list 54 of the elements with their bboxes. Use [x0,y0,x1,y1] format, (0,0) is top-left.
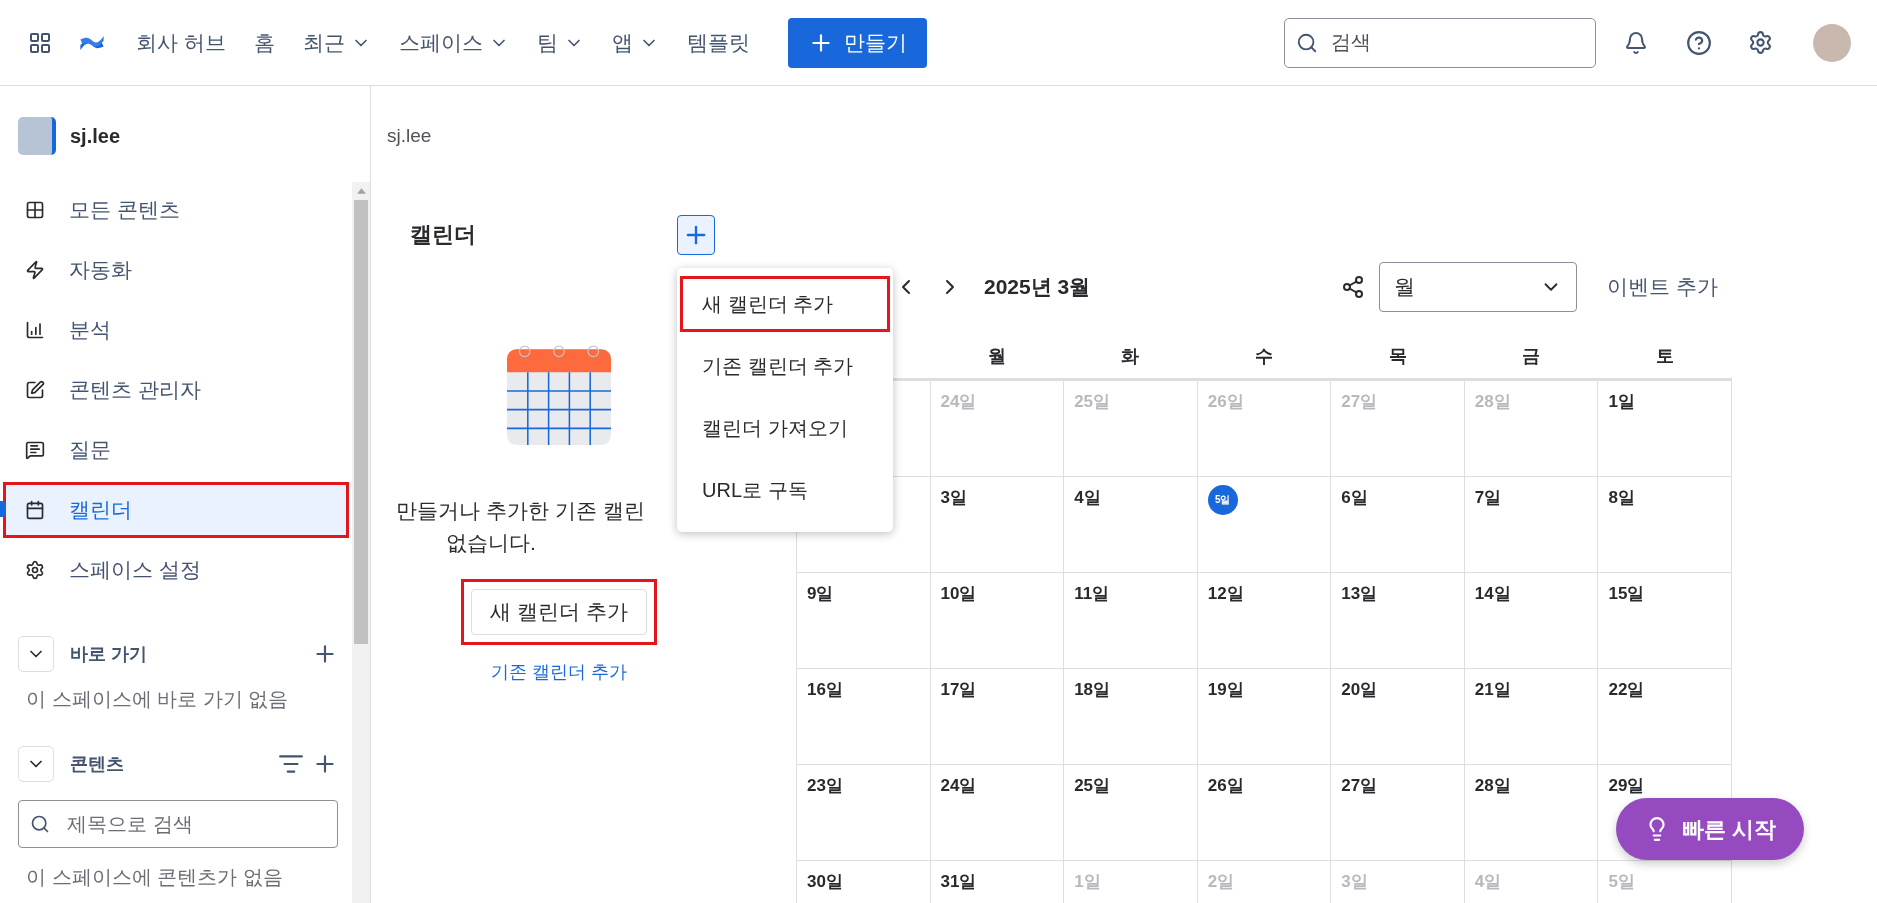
date-number: 3일 [1341,871,1368,891]
date-number: 28일 [1474,391,1511,411]
date-number: 1일 [1074,871,1101,891]
date-number: 12일 [1207,583,1244,603]
date-number: 5일 [1608,871,1635,891]
date-number: 22일 [1608,679,1645,699]
date-number: 13일 [1341,583,1378,603]
date-number: 27일 [1341,391,1378,411]
date-number: 9일 [807,583,834,603]
date-number: 14일 [1474,583,1511,603]
date-number: 21일 [1474,679,1511,699]
date-number: 30일 [807,871,843,891]
section-title: 바로 가기 [70,642,148,666]
weekday-header: 월 [987,344,1006,368]
month-title: 2025년 3월 [984,273,1091,300]
date-number: 27일 [1341,775,1378,795]
date-number: 15일 [1608,583,1645,603]
date-number: 25일 [1074,775,1111,795]
date-number: 23일 [807,775,843,795]
date-number: 19일 [1207,679,1244,699]
empty-state-message: 없습니다. [446,529,536,556]
empty-message: 이 스페이스에 바로 가기 없음 [25,687,290,712]
weekday-header: 목 [1388,344,1407,368]
date-number: 29일 [1608,775,1645,795]
date-number: 28일 [1474,775,1511,795]
date-number: 24일 [940,391,977,411]
date-number: 8일 [1608,487,1635,507]
empty-state-message: 만들거나 추가한 기존 캘린 [396,497,645,524]
date-number: 3일 [940,487,968,507]
date-number: 16일 [807,679,843,699]
date-number: 11일 [1074,583,1110,603]
date-number: 17일 [940,679,977,699]
date-number: 1일 [1608,391,1635,411]
date-number: 26일 [1207,775,1244,795]
section-heading: 캘린더 [410,221,477,249]
date-number: 31일 [940,871,977,891]
date-number: 24일 [940,775,977,795]
date-number: 20일 [1341,679,1378,699]
today-date-badge: 5일 [1207,484,1238,515]
weekday-header: 토 [1656,344,1675,368]
date-number: 2일 [1207,871,1235,891]
date-number: 18일 [1074,679,1111,699]
weekday-header: 화 [1121,344,1140,368]
date-number: 6일 [1341,487,1368,507]
date-number: 25일 [1074,391,1111,411]
date-number: 10일 [940,583,977,603]
date-number: 4일 [1074,487,1101,507]
weekday-header: 금 [1522,344,1541,368]
date-number: 7일 [1474,487,1502,507]
date-number: 4일 [1474,871,1502,891]
date-number: 26일 [1207,391,1244,411]
section-title: 콘텐츠 [70,752,125,776]
empty-message: 이 스페이스에 콘텐츠가 없음 [25,865,284,890]
weekday-header: 수 [1255,344,1273,368]
